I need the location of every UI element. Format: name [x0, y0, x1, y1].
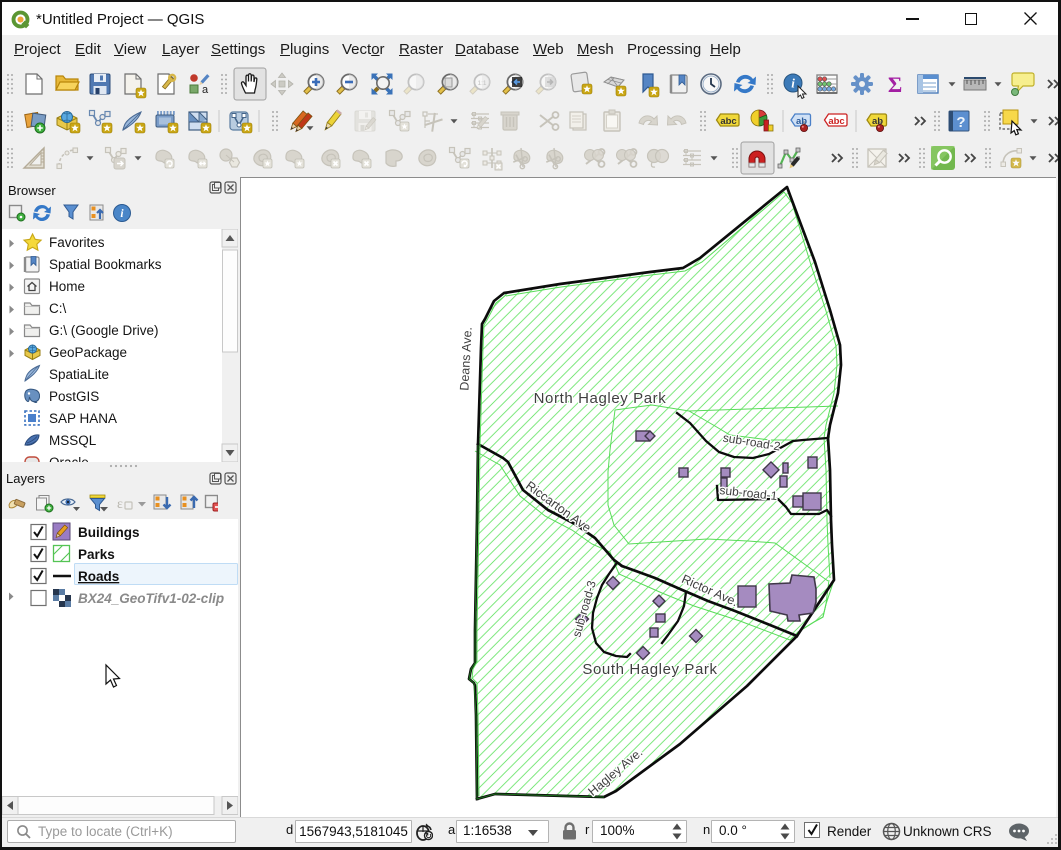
svg-text:G:\ (Google Drive): G:\ (Google Drive) — [49, 323, 159, 338]
svg-text:Roads: Roads — [78, 569, 119, 584]
svg-text:Parks: Parks — [78, 547, 115, 562]
svg-text:ε: ε — [117, 497, 123, 512]
svg-text:Home: Home — [49, 279, 85, 294]
svg-text:?: ? — [956, 114, 965, 131]
svg-text:Spatial Bookmarks: Spatial Bookmarks — [49, 257, 162, 272]
svg-text:Favorites: Favorites — [49, 235, 105, 250]
svg-text:BX24_GeoTifv1-02-clip: BX24_GeoTifv1-02-clip — [78, 591, 224, 606]
svg-text:↻: ↻ — [425, 832, 432, 841]
svg-text:abc: abc — [828, 116, 844, 127]
svg-text:SpatiaLite: SpatiaLite — [49, 367, 109, 382]
svg-text:South Hagley Park: South Hagley Park — [582, 661, 717, 678]
svg-text:Buildings: Buildings — [78, 525, 140, 540]
svg-text:i: i — [791, 76, 795, 91]
svg-text:a: a — [202, 84, 209, 96]
svg-text:abc: abc — [720, 116, 736, 127]
svg-text:SAP HANA: SAP HANA — [49, 411, 117, 426]
svg-text:MSSQL: MSSQL — [49, 433, 97, 448]
svg-text:Deans Ave.: Deans Ave. — [457, 327, 474, 391]
svg-text:Oracle: Oracle — [49, 455, 89, 462]
svg-text:PostGIS: PostGIS — [49, 389, 99, 404]
svg-text:1:1: 1:1 — [477, 80, 486, 87]
svg-text:North Hagley Park: North Hagley Park — [534, 390, 667, 407]
svg-text:Σ: Σ — [888, 72, 902, 97]
svg-text:C:\: C:\ — [49, 301, 67, 316]
svg-text:GeoPackage: GeoPackage — [49, 345, 127, 360]
